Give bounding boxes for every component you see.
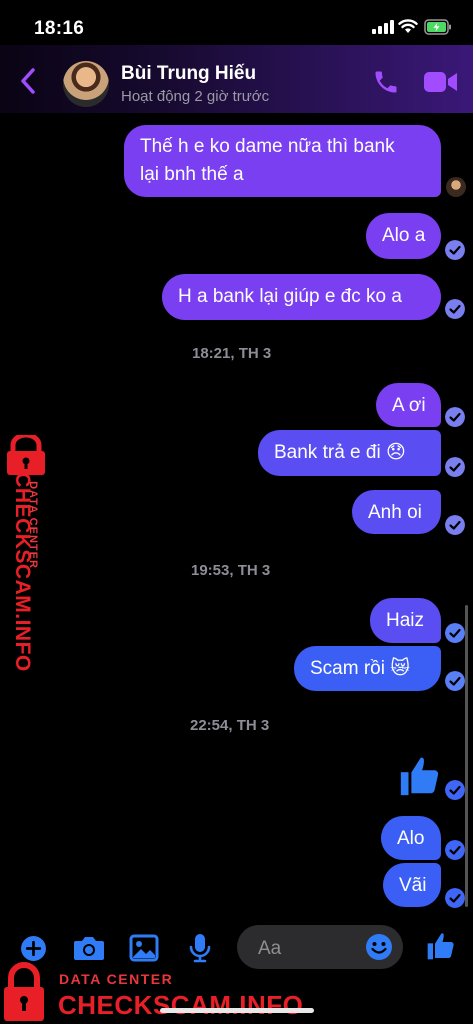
delivered-check-icon — [445, 780, 465, 800]
phone-icon[interactable] — [372, 68, 400, 96]
watermark-bottom-brand: CHECKSCAM.INFO — [58, 990, 304, 1020]
message-input-placeholder: Aa — [258, 938, 282, 959]
delivered-check-icon — [445, 840, 465, 860]
microphone-icon[interactable] — [189, 933, 211, 963]
wifi-icon — [398, 19, 418, 33]
seen-avatar — [446, 177, 466, 197]
message-text: Haiz — [386, 610, 425, 631]
timestamp: 18:21, TH 3 — [192, 345, 272, 362]
cell-signal-icon — [372, 20, 394, 34]
message-text: Anh oi — [368, 502, 422, 523]
video-call-icon[interactable] — [424, 70, 458, 94]
contact-status: Hoạt động 2 giờ trước — [121, 88, 270, 105]
delivered-check-icon — [445, 888, 465, 908]
battery-charging-icon — [424, 19, 451, 35]
camera-icon[interactable] — [73, 935, 105, 961]
message-text: Thế h e ko dame nữa thì bank — [140, 136, 395, 157]
message-text: A ơi — [392, 395, 426, 416]
scrollbar[interactable] — [465, 605, 468, 907]
message-text: lại bnh thế a — [140, 164, 244, 185]
plus-icon[interactable] — [20, 935, 47, 962]
message-text: Vãi — [399, 875, 427, 896]
avatar[interactable] — [63, 61, 109, 107]
watermark-side-label: DATA CENTER — [27, 481, 39, 569]
delivered-check-icon — [445, 299, 465, 319]
contact-name[interactable]: Bùi Trung Hiếu — [121, 63, 256, 85]
message-text: H a bank lại giúp e đc ko a — [178, 286, 402, 307]
lock-icon — [4, 962, 44, 1021]
delivered-check-icon — [445, 515, 465, 535]
delivered-check-icon — [445, 671, 465, 691]
home-indicator[interactable] — [160, 1008, 314, 1013]
like-icon[interactable] — [425, 930, 457, 962]
message-text: Scam rồi 😿 — [310, 658, 411, 679]
watermark-bottom-label: DATA CENTER — [59, 971, 174, 987]
message-bubble[interactable]: Vãi — [383, 863, 441, 907]
message-bubble[interactable]: Alo — [381, 816, 441, 860]
like-sticker-icon[interactable] — [397, 752, 443, 800]
lock-icon — [7, 435, 45, 475]
delivered-check-icon — [445, 623, 465, 643]
delivered-check-icon — [445, 240, 465, 260]
message-bubble[interactable]: H a bank lại giúp e đc ko a — [162, 274, 441, 320]
message-text: Alo — [397, 828, 425, 849]
message-bubble[interactable]: Scam rồi 😿 — [294, 646, 441, 691]
message-bubble[interactable]: Alo a — [366, 213, 441, 259]
back-icon[interactable] — [18, 66, 40, 96]
emoji-icon[interactable] — [365, 933, 393, 961]
gallery-icon[interactable] — [129, 934, 159, 962]
message-bubble[interactable]: Anh oi — [352, 490, 441, 534]
message-text: Alo a — [382, 225, 426, 246]
delivered-check-icon — [445, 457, 465, 477]
message-bubble[interactable]: A ơi — [376, 383, 441, 427]
message-text: Bank trả e đi 😞 — [274, 442, 406, 463]
message-bubble[interactable]: Bank trả e đi 😞 — [258, 430, 441, 476]
delivered-check-icon — [445, 407, 465, 427]
timestamp: 19:53, TH 3 — [191, 562, 271, 579]
status-time: 18:16 — [34, 18, 85, 39]
message-bubble[interactable]: Haiz — [370, 598, 441, 643]
timestamp: 22:54, TH 3 — [190, 717, 270, 734]
message-bubble[interactable]: Thế h e ko dame nữa thì bank lại bnh thế… — [124, 125, 441, 197]
